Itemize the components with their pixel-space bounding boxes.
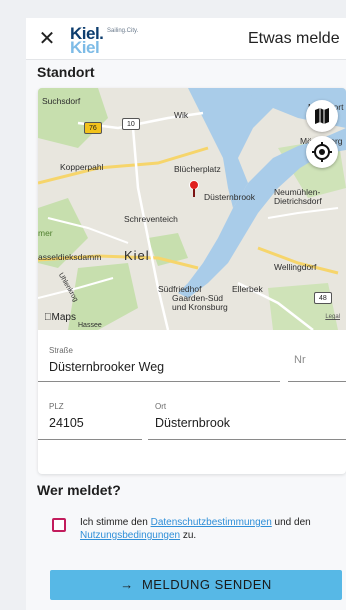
house-number-underline bbox=[288, 381, 346, 382]
map-label: Schreventeich bbox=[124, 214, 178, 224]
city-underline bbox=[148, 439, 346, 440]
map-label: Hassee bbox=[78, 322, 102, 329]
kiel-logo: Kiel Kiel. bbox=[70, 24, 104, 58]
location-target-icon bbox=[312, 142, 332, 162]
road-badge: 10 bbox=[122, 118, 140, 130]
terms-of-use-link[interactable]: Nutzungsbedingungen bbox=[80, 530, 180, 541]
map-view[interactable]: Suchsdorf Wik Möltenort Mönkeberg Kopper… bbox=[38, 88, 346, 330]
arrow-right-icon: → bbox=[120, 577, 134, 592]
map-icon bbox=[315, 108, 329, 124]
street-label: Straße bbox=[49, 346, 74, 355]
zip-label: PLZ bbox=[49, 402, 64, 411]
road-badge: 76 bbox=[84, 122, 102, 134]
road-badge: 48 bbox=[314, 292, 332, 304]
legal-link[interactable]: Legal bbox=[325, 314, 340, 320]
map-label: Suchsdorf bbox=[42, 96, 81, 106]
consent-middle: und den bbox=[271, 517, 311, 528]
location-card: Suchsdorf Wik Möltenort Mönkeberg Kopper… bbox=[38, 88, 346, 474]
city-field[interactable]: Düsternbrook bbox=[155, 416, 230, 430]
location-section-title: Standort bbox=[37, 64, 95, 80]
street-underline bbox=[38, 381, 280, 382]
city-label: Ort bbox=[155, 402, 167, 411]
privacy-policy-link[interactable]: Datenschutzbestimmungen bbox=[151, 517, 272, 528]
map-label: Kopperpahl bbox=[60, 162, 104, 172]
close-icon[interactable]: ✕ bbox=[38, 29, 56, 49]
street-field[interactable]: Düsternbrooker Weg bbox=[49, 360, 164, 374]
map-label: Ellerbek bbox=[232, 284, 263, 294]
map-label: Gaarden-Süd und Kronsburg bbox=[172, 293, 228, 312]
map-label-city: Kiel bbox=[124, 248, 150, 263]
map-pin-stem bbox=[193, 189, 195, 197]
zip-underline bbox=[38, 439, 142, 440]
logo-tagline: Sailing.City. bbox=[107, 28, 139, 34]
consent-text: Ich stimme den Datenschutzbestimmungen u… bbox=[80, 516, 342, 542]
map-label: Blücherplatz bbox=[174, 164, 221, 174]
maps-attribution: Maps bbox=[44, 312, 76, 323]
page-title: Etwas melde bbox=[248, 30, 340, 47]
map-label: asseldieksdamm bbox=[38, 252, 102, 262]
logo-text: Kiel. bbox=[70, 24, 104, 43]
house-number-field[interactable]: Nr bbox=[294, 354, 306, 366]
map-label: Düsternbrook bbox=[204, 192, 256, 202]
header: ✕ Kiel Kiel. Sailing.City. Etwas melde bbox=[26, 18, 346, 60]
submit-label: MELDUNG SENDEN bbox=[141, 577, 272, 592]
map-label: Wik bbox=[174, 110, 189, 120]
map-label: Neumühlen-Dietrichsdorf bbox=[274, 187, 322, 206]
locate-button[interactable] bbox=[306, 136, 338, 168]
consent-checkbox[interactable] bbox=[52, 518, 66, 532]
reporter-section-title: Wer meldet? bbox=[37, 482, 121, 498]
consent-suffix: zu. bbox=[180, 530, 197, 541]
report-sheet: ✕ Kiel Kiel. Sailing.City. Etwas melde S… bbox=[26, 18, 346, 610]
map-type-button[interactable] bbox=[306, 100, 338, 132]
map-label: Wellingdorf bbox=[274, 262, 317, 272]
consent-prefix: Ich stimme den bbox=[80, 517, 151, 528]
submit-report-button[interactable]: → MELDUNG SENDEN bbox=[50, 570, 342, 600]
zip-field[interactable]: 24105 bbox=[49, 416, 84, 430]
map-label: mer bbox=[38, 228, 53, 238]
